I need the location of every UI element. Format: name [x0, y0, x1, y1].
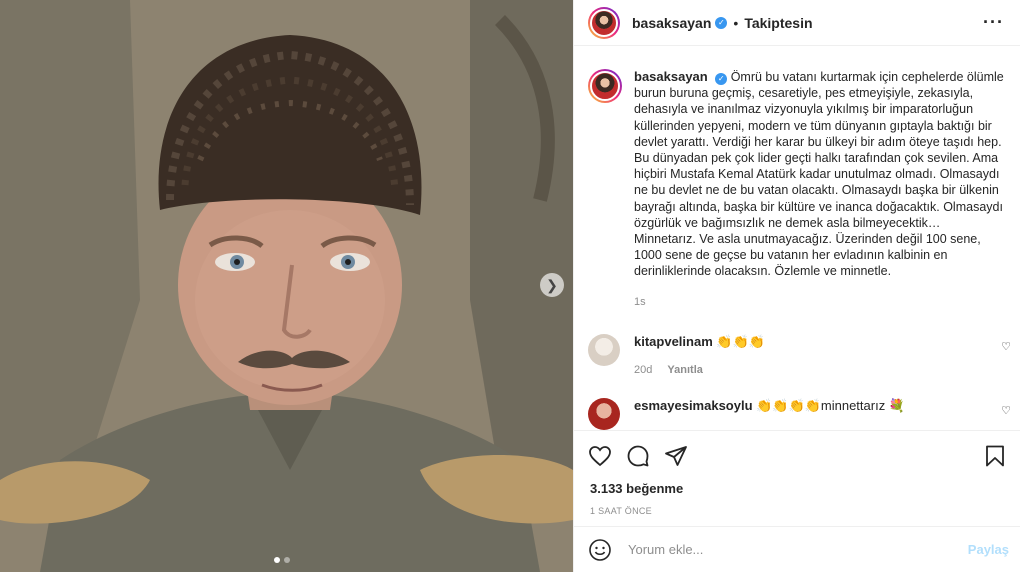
likes-count[interactable]: 3.133 beğenme: [574, 471, 1020, 496]
carousel-indicator: [274, 557, 290, 563]
reply-button[interactable]: Yanıtla: [667, 364, 702, 376]
post-caption: basaksayan ✓ Ömrü bu vatanı kurtarmak iç…: [574, 47, 1020, 310]
commenter-username[interactable]: kitapvelinam: [634, 334, 713, 349]
caption-body: basaksayan ✓ Ömrü bu vatanı kurtarmak iç…: [634, 69, 1004, 310]
caption-author-avatar[interactable]: [588, 69, 622, 103]
share-icon[interactable]: [664, 444, 688, 468]
portrait-illustration: [0, 0, 573, 572]
author-username[interactable]: basaksayan: [632, 15, 711, 31]
commenter-username[interactable]: esmayesimaksoylu: [634, 398, 753, 413]
commenter-avatar[interactable]: [588, 397, 620, 430]
comment-input[interactable]: [628, 542, 968, 557]
save-icon[interactable]: [983, 444, 1007, 468]
caption-text: Ömrü bu vatanı kurtarmak için cephelerde…: [634, 70, 1004, 279]
post-header: basaksayan ✓ • Takiptesin ···: [574, 0, 1020, 46]
comment-like-icon[interactable]: ♡: [1001, 404, 1011, 417]
carousel-dot-active: [274, 557, 280, 563]
post-comment-button[interactable]: Paylaş: [968, 542, 1009, 557]
comment-like-icon[interactable]: ♡: [1001, 340, 1011, 353]
comment-time[interactable]: 20d: [634, 364, 652, 376]
carousel-next-button[interactable]: ❯: [540, 273, 564, 297]
separator: •: [733, 14, 739, 31]
comment-text: 👏👏👏👏minnettarız 💐: [756, 397, 906, 413]
heart-icon[interactable]: [588, 444, 612, 468]
emoji-icon[interactable]: [588, 538, 612, 562]
follow-status-button[interactable]: Takiptesin: [744, 15, 812, 31]
post-actions: 3.133 beğenme 1 SAAT ÖNCE Paylaş: [574, 430, 1020, 572]
carousel-dot: [284, 557, 290, 563]
post-time[interactable]: 1 SAAT ÖNCE: [574, 496, 1020, 516]
comment-text: 👏👏👏: [716, 333, 765, 349]
more-options-icon[interactable]: ···: [983, 12, 1004, 33]
add-comment-bar: Paylaş: [574, 526, 1020, 572]
author-avatar[interactable]: [588, 6, 620, 39]
post-photo[interactable]: ❯: [0, 0, 573, 572]
comment-item: kitapvelinam 👏👏👏 20d Yanıtla ♡: [574, 333, 1020, 376]
verified-icon: ✓: [715, 16, 728, 29]
comment-body: kitapvelinam 👏👏👏 20d Yanıtla: [634, 334, 974, 376]
caption-author-username[interactable]: basaksayan: [634, 69, 708, 84]
verified-icon: ✓: [715, 73, 728, 86]
comment-icon[interactable]: [626, 444, 650, 468]
comments-list[interactable]: basaksayan ✓ Ömrü bu vatanı kurtarmak iç…: [574, 47, 1020, 430]
action-row: [574, 431, 1020, 471]
commenter-avatar[interactable]: [588, 333, 620, 366]
caption-time[interactable]: 1s: [634, 294, 1004, 310]
comment-item: esmayesimaksoylu 👏👏👏👏minnettarız 💐 ♡: [574, 397, 1020, 430]
post-side-panel: basaksayan ✓ • Takiptesin ··· basaksayan…: [573, 0, 1020, 572]
comment-meta: 20d Yanıtla: [634, 364, 974, 376]
next-arrow-icon: ❯: [546, 276, 558, 293]
comment-body: esmayesimaksoylu 👏👏👏👏minnettarız 💐: [634, 398, 974, 430]
